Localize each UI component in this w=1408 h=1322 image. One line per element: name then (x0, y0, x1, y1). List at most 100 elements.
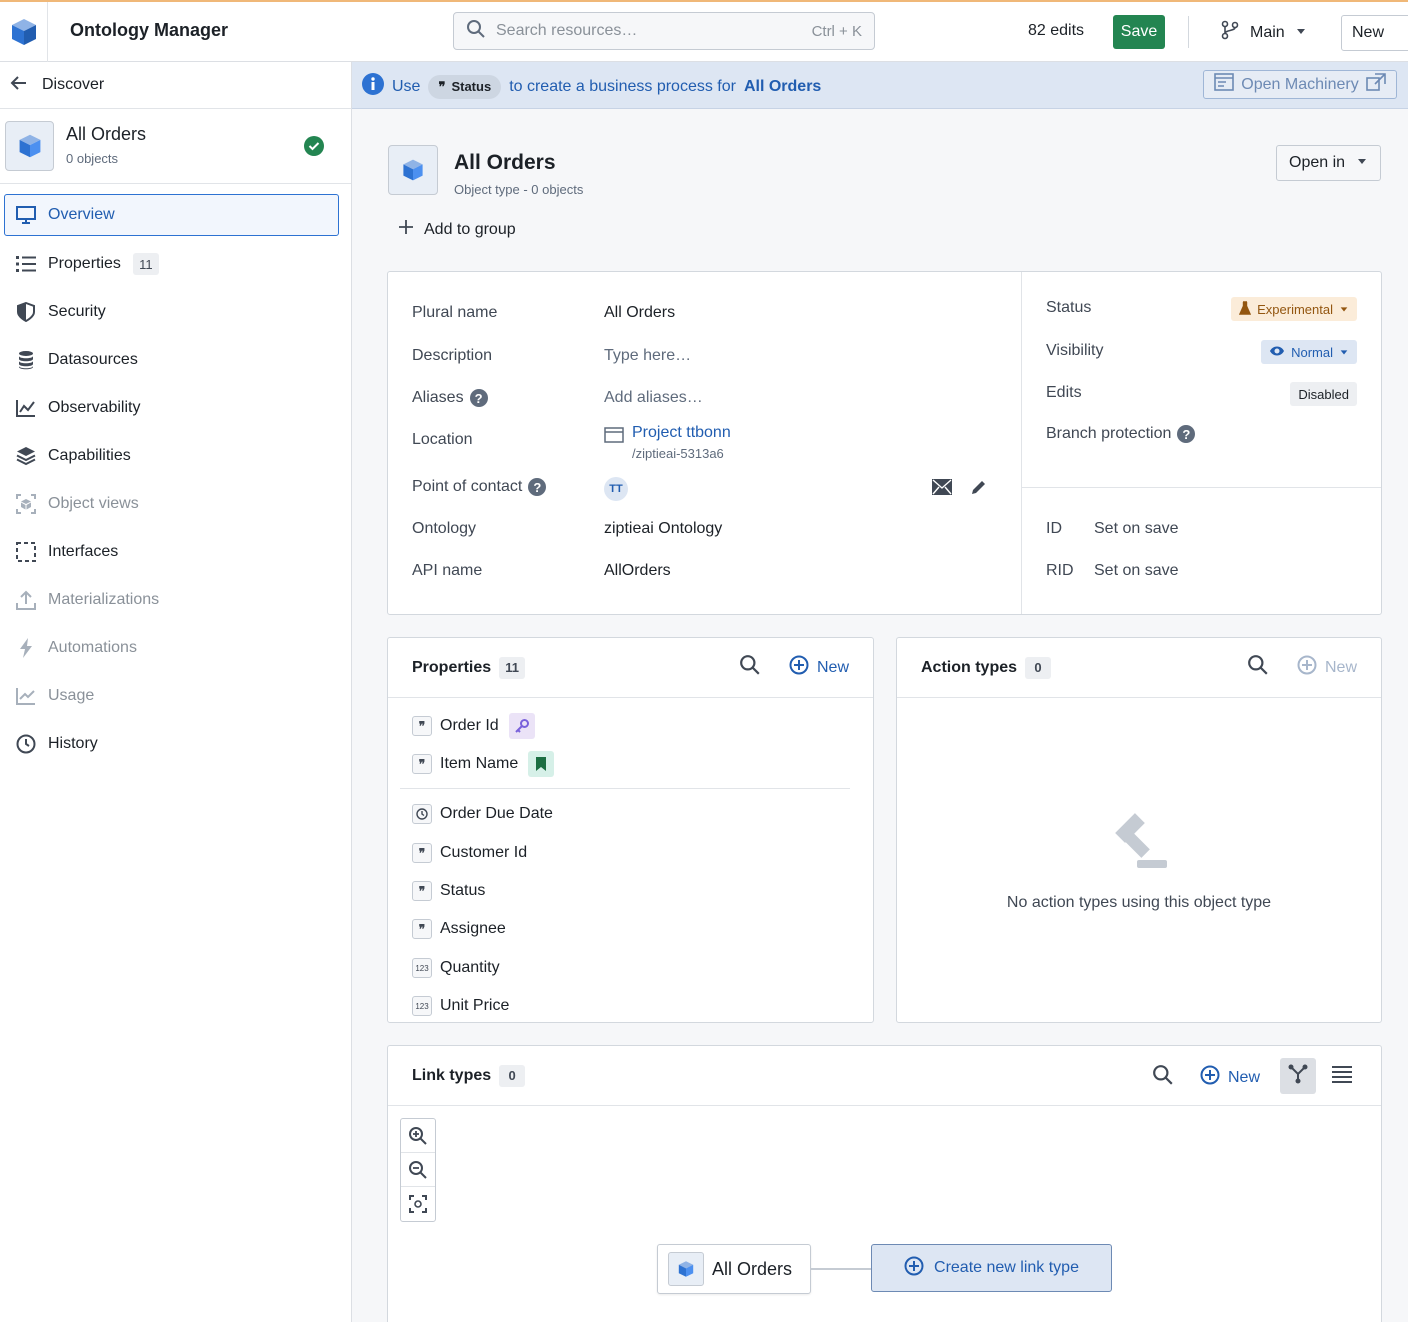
api-name-field[interactable]: AllOrders (604, 562, 671, 580)
pencil-icon[interactable] (970, 478, 988, 501)
property-item[interactable]: Order Due Date (412, 804, 553, 824)
new-link-type-button[interactable]: New (1200, 1065, 1260, 1090)
folder-icon (604, 426, 624, 461)
gavel-icon (1107, 810, 1171, 877)
fit-view-icon[interactable] (401, 1187, 435, 1221)
info-icon (362, 73, 384, 100)
plus-circle-icon (1200, 1065, 1220, 1090)
discover-back-link[interactable]: Discover (0, 62, 351, 109)
chevron-down-icon (1356, 154, 1368, 172)
add-to-group-button[interactable]: Add to group (398, 219, 516, 240)
object-count: 0 objects (66, 151, 119, 166)
open-machinery-button[interactable]: Open Machinery (1203, 70, 1397, 99)
help-icon[interactable]: ? (469, 389, 488, 407)
sidebar-item-interfaces[interactable]: Interfaces (0, 528, 351, 576)
sidebar-item-label: Observability (48, 399, 141, 416)
property-item[interactable]: 123 Quantity (412, 958, 500, 978)
sidebar-item-properties[interactable]: Properties 11 (0, 240, 351, 288)
visibility-dropdown[interactable]: Normal (1261, 340, 1357, 364)
location-link[interactable]: Project ttbonn (632, 424, 731, 442)
number-type-icon: 123 (412, 996, 432, 1016)
zoom-in-icon[interactable] (401, 1119, 435, 1153)
search-icon[interactable] (1247, 654, 1269, 681)
plus-icon (398, 219, 414, 240)
external-link-icon (1366, 73, 1386, 96)
machinery-icon (1214, 73, 1234, 96)
sidebar-item-label: Security (48, 303, 106, 320)
string-type-icon: ❞ (412, 919, 432, 939)
property-item[interactable]: ❞ Status (412, 881, 485, 901)
graph-node-label: All Orders (712, 1258, 793, 1279)
search-placeholder: Search resources… (496, 22, 638, 39)
dashed-square-icon (16, 542, 36, 562)
new-button[interactable]: New (1341, 15, 1408, 51)
property-item[interactable]: ❞ Order Id (412, 713, 535, 739)
edits-status-badge: Disabled (1290, 382, 1357, 406)
avatar[interactable]: TT (604, 477, 628, 501)
quote-icon: ❞ (438, 78, 446, 94)
sidebar-item-automations[interactable]: Automations (0, 624, 351, 672)
string-type-icon: ❞ (412, 754, 432, 774)
chevron-down-icon (1339, 345, 1349, 360)
property-item[interactable]: ❞ Customer Id (412, 843, 527, 863)
aliases-field[interactable]: Add aliases… (604, 389, 703, 407)
link-types-panel: Link types 0 New All Orders Create new l… (387, 1045, 1382, 1322)
page-title: All Orders (454, 151, 556, 174)
new-property-button[interactable]: New (789, 655, 849, 680)
action-types-panel: Action types 0 New No action types using… (896, 637, 1382, 1023)
aliases-row: Aliases ? (412, 389, 488, 407)
description-field[interactable]: Type here… (604, 347, 691, 365)
search-icon[interactable] (739, 654, 761, 681)
sidebar-item-datasources[interactable]: Datasources (0, 336, 351, 384)
bookmark-icon (528, 751, 555, 777)
app-logo-icon[interactable] (0, 2, 48, 62)
graph-view-toggle[interactable] (1280, 1058, 1316, 1094)
sidebar-item-object-views[interactable]: Object views (0, 480, 351, 528)
save-button[interactable]: Save (1113, 15, 1165, 49)
shield-icon (16, 302, 36, 322)
edits-count[interactable]: 82 edits (1028, 22, 1084, 40)
branch-label: Main (1250, 23, 1285, 41)
sidebar-item-label: Usage (48, 687, 95, 704)
sidebar-item-usage[interactable]: Usage (0, 672, 351, 720)
help-icon[interactable]: ? (528, 478, 547, 496)
search-icon[interactable] (1152, 1064, 1174, 1091)
page-subtitle: Object type - 0 objects (454, 182, 584, 197)
new-action-type-button[interactable]: New (1297, 655, 1357, 680)
graph-node-all-orders[interactable]: All Orders (657, 1244, 811, 1294)
new-action-type-label: New (1324, 658, 1357, 676)
zoom-out-icon[interactable] (401, 1153, 435, 1187)
create-link-type-label: Create new link type (934, 1259, 1079, 1276)
open-in-button[interactable]: Open in (1276, 145, 1381, 181)
open-machinery-label: Open Machinery (1241, 75, 1359, 93)
sidebar-item-security[interactable]: Security (0, 288, 351, 336)
key-icon (508, 713, 535, 739)
sidebar-item-history[interactable]: History (0, 720, 351, 768)
property-item[interactable]: ❞ Item Name (412, 751, 555, 777)
property-item[interactable]: ❞ Assignee (412, 919, 506, 939)
flask-icon (1239, 300, 1252, 318)
property-name: Order Due Date (440, 805, 553, 822)
sidebar-item-capabilities[interactable]: Capabilities (0, 432, 351, 480)
cube-icon (668, 1252, 704, 1286)
properties-count-badge: 11 (132, 253, 159, 275)
list-view-toggle[interactable] (1324, 1058, 1360, 1094)
property-item[interactable]: 123 Unit Price (412, 996, 509, 1016)
clock-type-icon (412, 804, 432, 824)
sidebar-item-observability[interactable]: Observability (0, 384, 351, 432)
branch-selector[interactable]: Main (1220, 20, 1307, 45)
status-dropdown[interactable]: Experimental (1231, 297, 1357, 321)
object-summary: All Orders 0 objects (0, 109, 351, 184)
search-input[interactable]: Search resources… Ctrl + K (453, 12, 875, 50)
status-label: Status (1046, 299, 1092, 316)
sidebar-item-overview[interactable]: Overview (4, 194, 339, 236)
id-label: ID (1046, 520, 1062, 537)
plural-name-field[interactable]: All Orders (604, 304, 675, 322)
graph-edge (811, 1268, 871, 1270)
object-name: All Orders (66, 124, 147, 144)
sidebar-item-materializations[interactable]: Materializations (0, 576, 351, 624)
mail-icon[interactable] (932, 479, 952, 500)
create-link-type-button[interactable]: Create new link type (871, 1244, 1112, 1292)
status-chip[interactable]: ❞ Status (428, 74, 502, 99)
help-icon[interactable]: ? (1177, 425, 1196, 443)
